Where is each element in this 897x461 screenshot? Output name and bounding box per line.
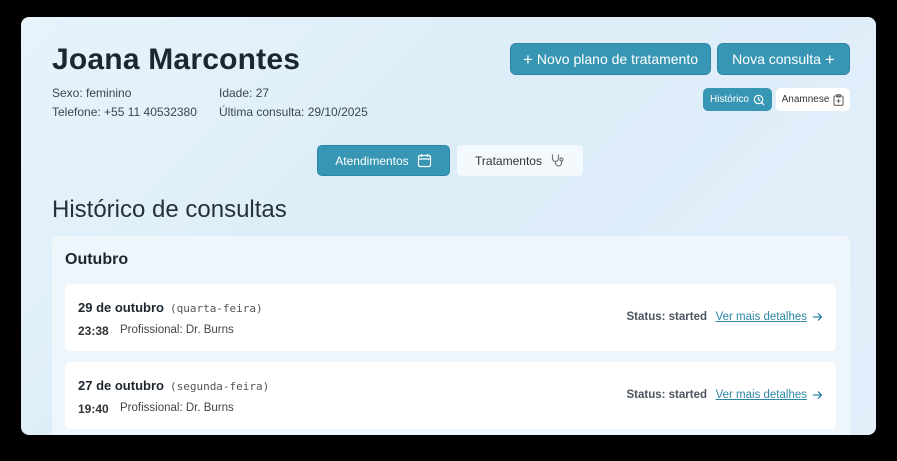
view-details-label: Ver mais detalhes — [715, 311, 807, 323]
anamnesis-button[interactable]: Anamnese — [776, 88, 850, 111]
visit-card: 27 de outubro (segunda-feira) 19:40 Profi… — [65, 362, 836, 429]
new-treatment-plan-button[interactable]: + Novo plano de tratamento — [510, 43, 711, 75]
arrow-right-icon — [812, 312, 823, 322]
plus-icon: + — [522, 49, 533, 69]
patient-name: Joana Marcontes — [52, 43, 301, 76]
visit-date: 27 de outubro — [78, 378, 164, 393]
month-title: Outubro — [65, 251, 129, 268]
calendar-icon — [417, 153, 432, 168]
stethoscope-icon — [550, 153, 565, 168]
arrow-right-icon — [812, 390, 823, 400]
section-title: Histórico de consultas — [52, 196, 287, 223]
tab-treatments[interactable]: Tratamentos — [457, 145, 583, 176]
tab-treatments-label: Tratamentos — [475, 153, 542, 168]
visit-time: 23:38 — [78, 324, 109, 338]
anamnesis-label: Anamnese — [781, 94, 830, 105]
patient-sex: Sexo: feminino — [52, 86, 132, 100]
patient-last-visit: Última consulta: 29/10/2025 — [219, 105, 368, 119]
view-details-link[interactable]: Ver mais detalhes — [716, 311, 823, 323]
visit-weekday: (segunda-feira) — [169, 380, 270, 393]
month-group: Outubro 29 de outubro (quarta-feira) 23:3… — [52, 236, 850, 435]
visit-card: 29 de outubro (quarta-feira) 23:38 Profis… — [65, 284, 836, 351]
plus-icon: + — [824, 49, 835, 69]
history-label: Histórico — [710, 94, 749, 105]
new-visit-button[interactable]: Nova consulta + — [717, 43, 850, 75]
tab-visits-label: Atendimentos — [335, 153, 409, 168]
visit-status: Status: started — [626, 389, 707, 401]
visit-status: Status: started — [626, 311, 707, 323]
new-visit-label: Nova consulta — [732, 51, 821, 67]
app-window: Joana Marcontes Sexo: feminino Idade: 27… — [21, 17, 876, 435]
tab-visits[interactable]: Atendimentos — [317, 145, 450, 176]
patient-age: Idade: 27 — [219, 86, 270, 100]
visit-professional: Profissional: Dr. Burns — [120, 324, 234, 336]
clipboard-icon — [833, 93, 844, 106]
visit-date: 29 de outubro — [78, 300, 164, 315]
view-details-link[interactable]: Ver mais detalhes — [716, 389, 823, 401]
visit-time: 19:40 — [78, 402, 109, 416]
clock-search-icon — [753, 94, 765, 106]
visit-professional: Profissional: Dr. Burns — [120, 402, 234, 414]
view-details-label: Ver mais detalhes — [715, 389, 807, 401]
new-treatment-plan-label: Novo plano de tratamento — [536, 51, 699, 67]
visit-weekday: (quarta-feira) — [169, 302, 263, 315]
patient-phone: Telefone: +55 11 40532380 — [52, 105, 197, 119]
history-button[interactable]: Histórico — [703, 88, 772, 111]
